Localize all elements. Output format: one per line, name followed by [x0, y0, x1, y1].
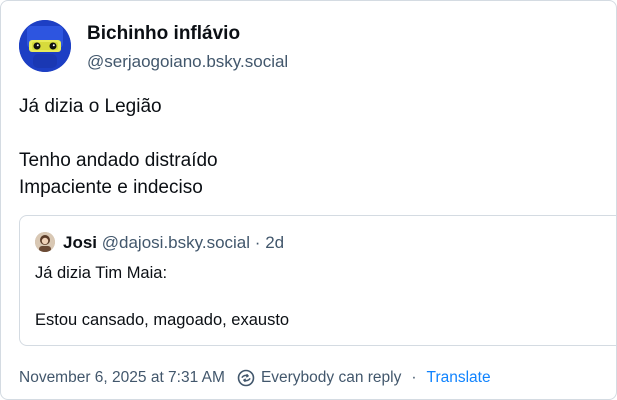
post-text: Já dizia o Legião Tenho andado distraído…: [19, 93, 599, 201]
quoted-post[interactable]: Josi @dajosi.bsky.social · 2d Já dizia T…: [19, 215, 616, 346]
quote-avatar-image: [35, 232, 55, 252]
quote-author-avatar[interactable]: [35, 232, 55, 252]
reply-setting[interactable]: Everybody can reply: [261, 367, 401, 389]
quote-author-handle[interactable]: @dajosi.bsky.social: [102, 233, 250, 252]
post-line: Tenho andado distraído: [19, 150, 218, 171]
translate-link[interactable]: Translate: [427, 367, 491, 389]
post[interactable]: Bichinho inflávio @serjaogoiano.bsky.soc…: [1, 1, 616, 399]
globe-reply-icon: [237, 369, 255, 387]
post-timestamp: November 6, 2025 at 7:31 AM: [19, 369, 225, 386]
quote-line-break: [35, 285, 289, 308]
post-line-break: [19, 120, 599, 147]
author-avatar[interactable]: [19, 20, 71, 72]
quote-line: Já dizia Tim Maia:: [35, 264, 168, 282]
avatar-image: [19, 20, 71, 72]
post-card: Bichinho inflávio @serjaogoiano.bsky.soc…: [0, 0, 617, 400]
quote-header: Josi @dajosi.bsky.social · 2d: [63, 232, 284, 254]
post-line: Impaciente e indeciso: [19, 177, 203, 198]
quote-separator: ·: [254, 233, 261, 252]
quote-text: Já dizia Tim Maia: Estou cansado, magoad…: [35, 261, 289, 332]
quote-time: 2d: [265, 233, 285, 252]
post-line: Já dizia o Legião: [19, 96, 162, 117]
author-handle[interactable]: @serjaogoiano.bsky.social: [87, 52, 288, 72]
post-footer: November 6, 2025 at 7:31 AM Everybody ca…: [19, 367, 491, 389]
author-display-name[interactable]: Bichinho inflávio: [87, 23, 240, 45]
quote-author-name[interactable]: Josi: [63, 233, 97, 252]
quote-line: Estou cansado, magoado, exausto: [35, 311, 290, 329]
footer-separator: ·: [411, 369, 417, 386]
